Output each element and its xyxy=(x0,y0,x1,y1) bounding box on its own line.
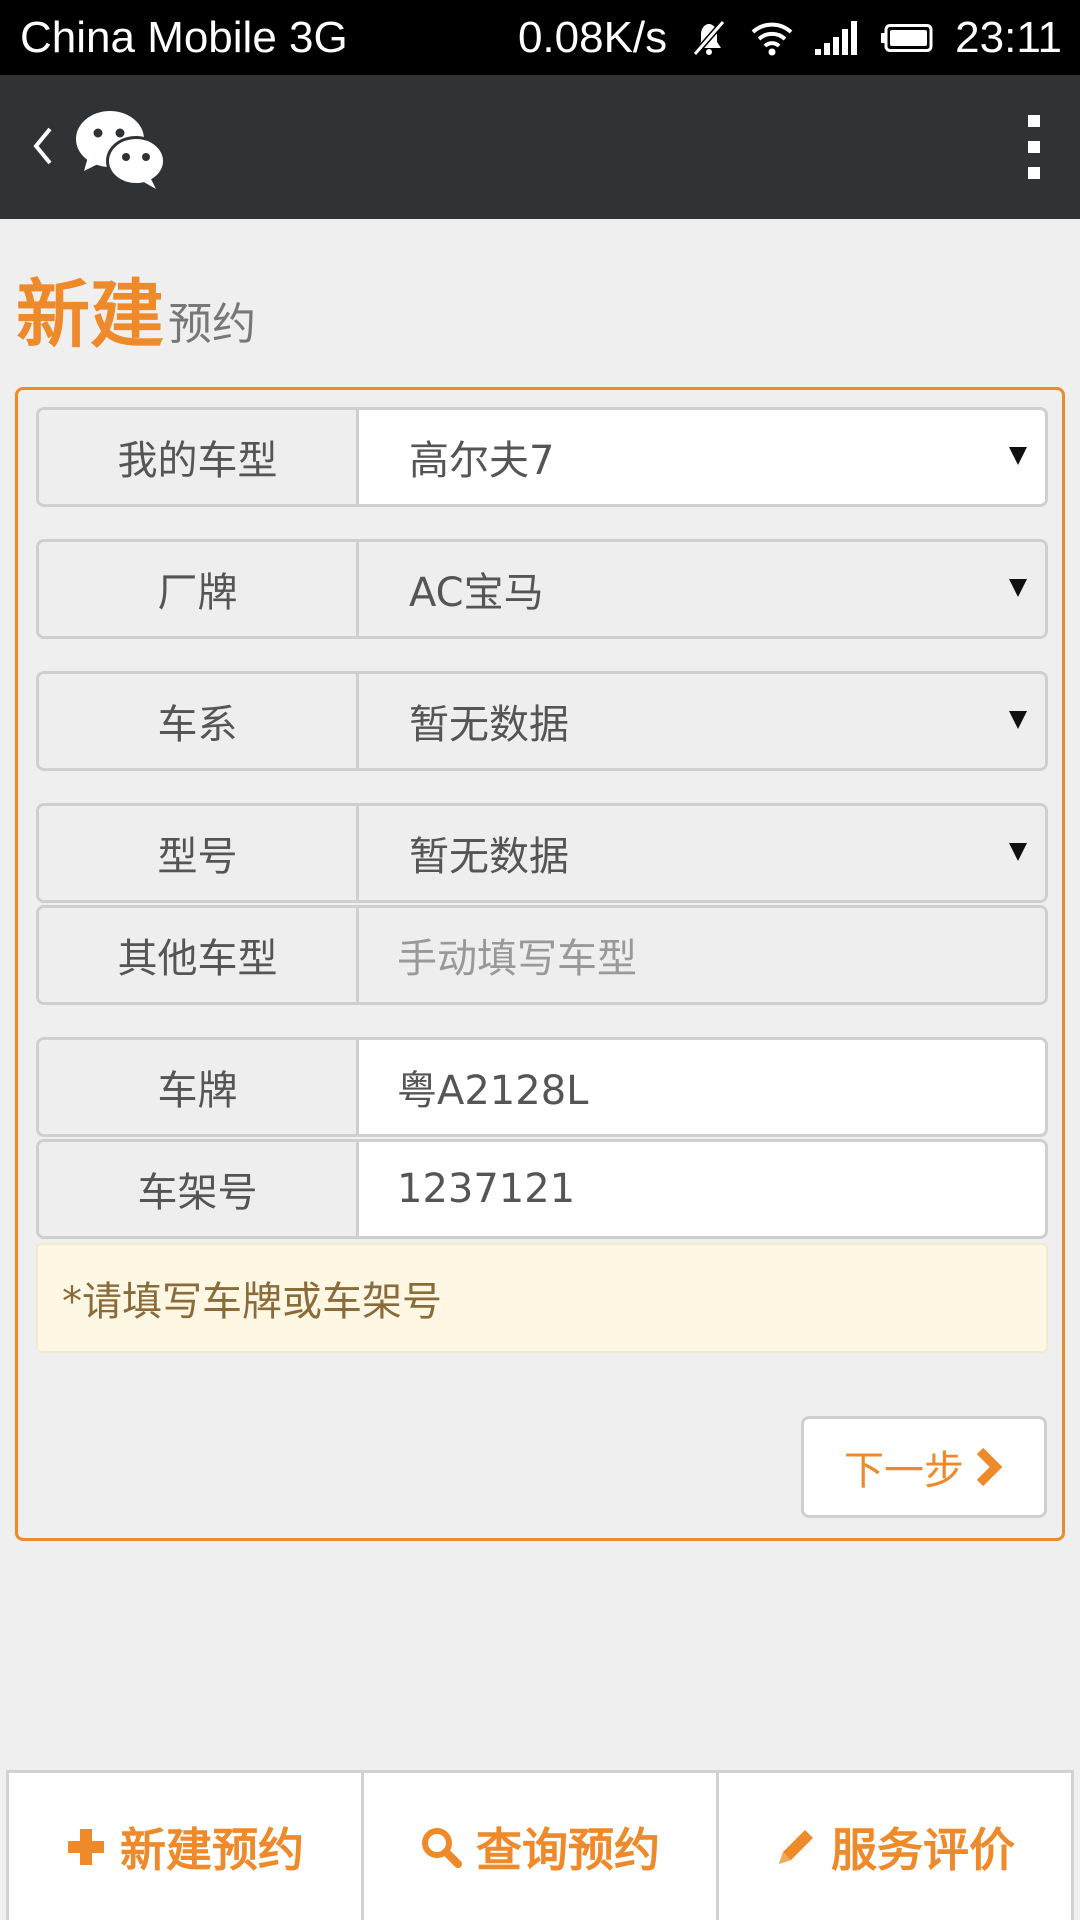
more-vertical-icon[interactable] xyxy=(1028,115,1040,179)
search-icon xyxy=(422,1827,462,1868)
network-speed: 0.08K/s xyxy=(517,13,668,62)
tab-query-appointment-label: 查询预约 xyxy=(476,1822,660,1877)
appointment-form: 我的车型 高尔夫7 厂牌 AC宝马 车系 暂无数据 型号 暂无数据 其他车型 手… xyxy=(15,387,1065,1541)
dropdown-arrow-icon[interactable] xyxy=(1009,843,1027,861)
series-select[interactable]: 车系 暂无数据 xyxy=(36,671,1048,771)
tab-new-appointment[interactable]: 新建预约 xyxy=(9,1773,364,1920)
next-step-label: 下一步 xyxy=(844,1448,964,1494)
signal-icon xyxy=(815,21,858,55)
vin-field[interactable]: 车架号 1237121 xyxy=(36,1139,1048,1239)
status-bar: China Mobile 3G 0.08K/s 23:11 xyxy=(0,0,1080,75)
other-model-label: 其他车型 xyxy=(39,908,359,1002)
model-no-select[interactable]: 型号 暂无数据 xyxy=(36,803,1048,903)
tab-service-review-label: 服务评价 xyxy=(831,1822,1015,1877)
back-chevron-icon[interactable] xyxy=(30,121,54,171)
dropdown-arrow-icon[interactable] xyxy=(1009,579,1027,597)
battery-icon xyxy=(881,24,933,52)
tab-service-review[interactable]: 服务评价 xyxy=(719,1773,1071,1920)
brand-select[interactable]: 厂牌 AC宝马 xyxy=(36,539,1048,639)
pencil-icon xyxy=(779,1829,813,1864)
brand-label: 厂牌 xyxy=(39,542,359,636)
other-model-input[interactable]: 手动填写车型 xyxy=(359,908,1045,1002)
vin-input[interactable]: 1237121 xyxy=(359,1142,1045,1236)
chevron-right-icon xyxy=(976,1447,1003,1487)
model-no-label: 型号 xyxy=(39,806,359,900)
wechat-icon xyxy=(76,111,166,189)
car-model-select[interactable]: 我的车型 高尔夫7 xyxy=(36,407,1048,507)
plate-label: 车牌 xyxy=(39,1040,359,1134)
plus-icon xyxy=(68,1828,104,1865)
vin-label: 车架号 xyxy=(39,1142,359,1236)
car-model-value[interactable]: 高尔夫7 xyxy=(359,410,1045,504)
plate-input[interactable]: 粤A2128L xyxy=(359,1040,1045,1134)
next-step-button[interactable]: 下一步 xyxy=(801,1416,1047,1518)
tab-new-appointment-label: 新建预约 xyxy=(120,1822,304,1877)
bottom-nav: 新建预约 查询预约 服务评价 xyxy=(6,1770,1074,1920)
wifi-icon xyxy=(751,22,793,56)
notice-text: *请填写车牌或车架号 xyxy=(36,1243,1048,1353)
dropdown-arrow-icon[interactable] xyxy=(1009,447,1027,465)
page-title-bold: 新建 xyxy=(16,272,164,358)
clock: 23:11 xyxy=(955,13,1062,62)
model-no-value[interactable]: 暂无数据 xyxy=(359,806,1045,900)
mute-icon xyxy=(692,20,726,56)
series-value[interactable]: 暂无数据 xyxy=(359,674,1045,768)
tab-query-appointment[interactable]: 查询预约 xyxy=(364,1773,719,1920)
carrier-name: China Mobile 3G xyxy=(20,13,348,62)
status-right: 0.08K/s 23:11 xyxy=(518,13,1062,63)
plate-field[interactable]: 车牌 粤A2128L xyxy=(36,1037,1048,1137)
action-bar xyxy=(0,75,1080,219)
brand-value[interactable]: AC宝马 xyxy=(359,542,1045,636)
page-title-light: 预约 xyxy=(168,299,256,350)
page-title: 新建 预约 xyxy=(16,275,256,355)
car-model-label: 我的车型 xyxy=(39,410,359,504)
series-label: 车系 xyxy=(39,674,359,768)
dropdown-arrow-icon[interactable] xyxy=(1009,711,1027,729)
other-model-field[interactable]: 其他车型 手动填写车型 xyxy=(36,905,1048,1005)
